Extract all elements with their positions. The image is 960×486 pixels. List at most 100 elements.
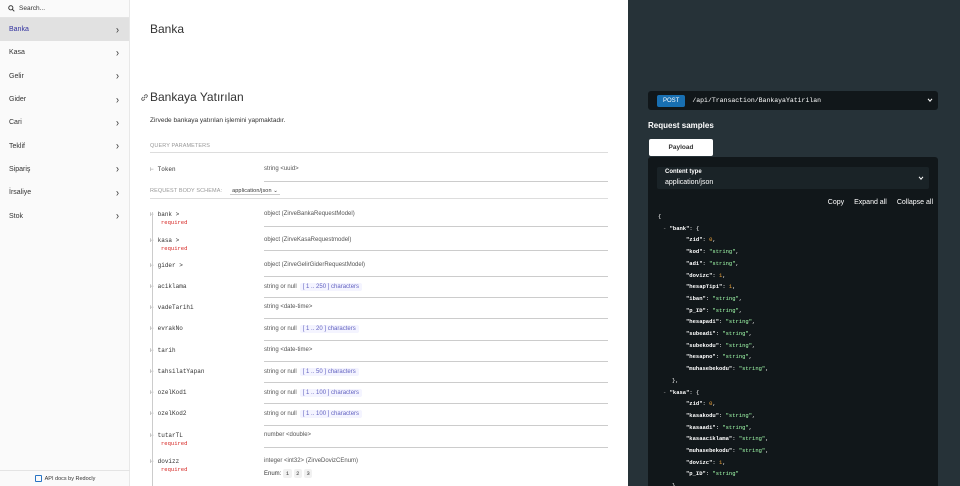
sidebar-item-gider[interactable]: Gider ›: [0, 88, 129, 111]
divider: [264, 226, 608, 227]
request-body-label: REQUEST BODY SCHEMA: application/json ⌄: [150, 188, 280, 195]
param-range-badge: [ 1 .. 250 ] characters: [299, 283, 363, 291]
param-name-text: aciklama: [157, 283, 187, 290]
chevron-down-icon: [918, 176, 924, 180]
json-punct: ,: [765, 435, 769, 443]
json-punct: :: [732, 365, 739, 373]
param-type: string or null[ 1 .. 250 ] characters: [264, 283, 363, 291]
param-type-text: string or null: [264, 326, 297, 332]
param-name-text: dovizz: [157, 458, 180, 465]
tab-payload[interactable]: Payload: [649, 139, 713, 156]
code-line: {: [658, 211, 769, 223]
link-icon[interactable]: [140, 93, 149, 102]
collapse-toggle-icon[interactable]: -: [663, 225, 670, 232]
param-name-text: kasa >: [157, 237, 180, 244]
sidebar-item-label: Kasa: [9, 49, 25, 57]
param-name[interactable]: ⊢kasa >: [150, 237, 179, 244]
chevron-right-icon: ›: [116, 210, 119, 223]
json-punct: ,: [738, 306, 743, 314]
json-key: "subekodu": [686, 341, 720, 349]
json-punct: ,: [735, 259, 739, 267]
param-name: ⊢evrakNo: [150, 325, 183, 332]
required-label: required: [161, 466, 188, 473]
content-type-dropdown[interactable]: Content type application/json: [657, 167, 929, 189]
param-type-text: number <double>: [264, 432, 312, 438]
json-punct: ,: [765, 365, 769, 373]
search-bar: [0, 0, 129, 18]
json-punct: ,: [752, 341, 756, 349]
json-key: "zid": [686, 400, 703, 408]
json-punct: ,: [712, 400, 716, 408]
operation-title: Bankaya Yatırılan: [140, 90, 244, 104]
content-type-select[interactable]: application/json ⌄: [230, 188, 280, 195]
search-input[interactable]: [19, 5, 119, 12]
param-type-text: string or null: [264, 411, 297, 417]
json-key: "bank": [669, 224, 690, 232]
code-line: "hesapno": "string",: [658, 351, 769, 363]
code-line: "dovizc": 1,: [658, 457, 769, 469]
sidebar-item-stok[interactable]: Stok ›: [0, 204, 129, 227]
param-name[interactable]: ⊢gider >: [150, 262, 183, 269]
divider: [264, 318, 608, 319]
json-punct: ,: [722, 271, 726, 279]
json-key: "hesapadi": [686, 318, 720, 326]
param-type: string <date-time>: [264, 304, 312, 310]
redocly-footer-link[interactable]: API docs by Redocly: [0, 470, 130, 486]
json-punct: :: [732, 435, 739, 443]
collapse-toggle-icon[interactable]: -: [663, 389, 670, 396]
enum-value: 3: [303, 469, 313, 478]
divider: [264, 181, 608, 182]
code-line: "adi": "string",: [658, 258, 769, 270]
main-content: Banka Bankaya Yatırılan Zirvede bankaya …: [130, 0, 628, 486]
code-line: "hesapTipi": 1,: [658, 281, 769, 293]
sidebar-item-label: İrsaliye: [9, 189, 32, 197]
divider: [264, 425, 608, 426]
json-punct: ,: [765, 447, 769, 455]
param-type: string or null[ 1 .. 20 ] characters: [264, 325, 359, 333]
code-line: "kasaadi": "string",: [658, 422, 769, 434]
request-body-schema-label: REQUEST BODY SCHEMA:: [150, 188, 223, 194]
param-type-text: object (ZirveGelirGiderRequestModel): [264, 262, 366, 268]
param-name-text: evrakNo: [157, 325, 183, 332]
code-line: "p_ID": "string": [658, 468, 769, 480]
sidebar-item-kasa[interactable]: Kasa ›: [0, 41, 129, 64]
param-name-text: gider >: [157, 262, 183, 269]
code-line: "muhasebekodu": "string",: [658, 363, 769, 375]
content-type-value: application/json: [232, 188, 272, 194]
param-type: string or null[ 1 .. 100 ] characters: [264, 410, 363, 418]
json-punct: ,: [748, 330, 753, 338]
param-type: number <double>: [264, 432, 311, 438]
sample-panel: Content type application/json Copy Expan…: [648, 157, 938, 486]
param-name-text: vadeTarihi: [157, 304, 194, 311]
copy-button[interactable]: Copy: [828, 199, 844, 206]
sidebar-item-banka[interactable]: Banka ›: [0, 18, 129, 42]
sidebar-item-gelir[interactable]: Gelir ›: [0, 65, 129, 88]
param-name[interactable]: ⊢bank >: [150, 211, 179, 218]
code-line: "kasaaciklama": "string",: [658, 433, 769, 445]
sidebar-item-teklif[interactable]: Teklif ›: [0, 134, 129, 157]
divider: [264, 340, 608, 341]
code-line: "hesapadi": "string",: [658, 316, 769, 328]
json-key: "dovizc": [686, 271, 713, 279]
json-value: "string": [722, 353, 749, 361]
param-type-text: string <date-time>: [264, 347, 313, 353]
chevron-right-icon: ›: [116, 93, 119, 106]
divider: [150, 198, 608, 199]
sidebar-item-sipariş[interactable]: Sipariş ›: [0, 158, 129, 181]
json-punct: ,: [752, 318, 756, 326]
json-key: "muhasebekodu": [686, 447, 733, 455]
endpoint-toggle[interactable]: post /api/Transaction/BankayaYatirilan: [648, 91, 938, 110]
json-punct: : {: [689, 224, 700, 232]
param-name-text: ozelKod2: [157, 410, 187, 417]
chevron-right-icon: ›: [116, 186, 119, 199]
sidebar-item-i̇rsaliye[interactable]: İrsaliye ›: [0, 181, 129, 204]
sidebar-item-cari[interactable]: Cari ›: [0, 111, 129, 134]
param-range-badge: [ 1 .. 50 ] characters: [299, 368, 359, 376]
enum-value: 2: [293, 469, 302, 478]
param-type-text: string <uuid>: [264, 166, 299, 172]
expand-all-button[interactable]: Expand all: [854, 199, 887, 206]
json-key: "p_ID": [686, 470, 706, 478]
collapse-all-button[interactable]: Collapse all: [897, 199, 933, 206]
json-value: "string": [722, 423, 749, 431]
json-key: "hesapTipi": [686, 283, 723, 291]
